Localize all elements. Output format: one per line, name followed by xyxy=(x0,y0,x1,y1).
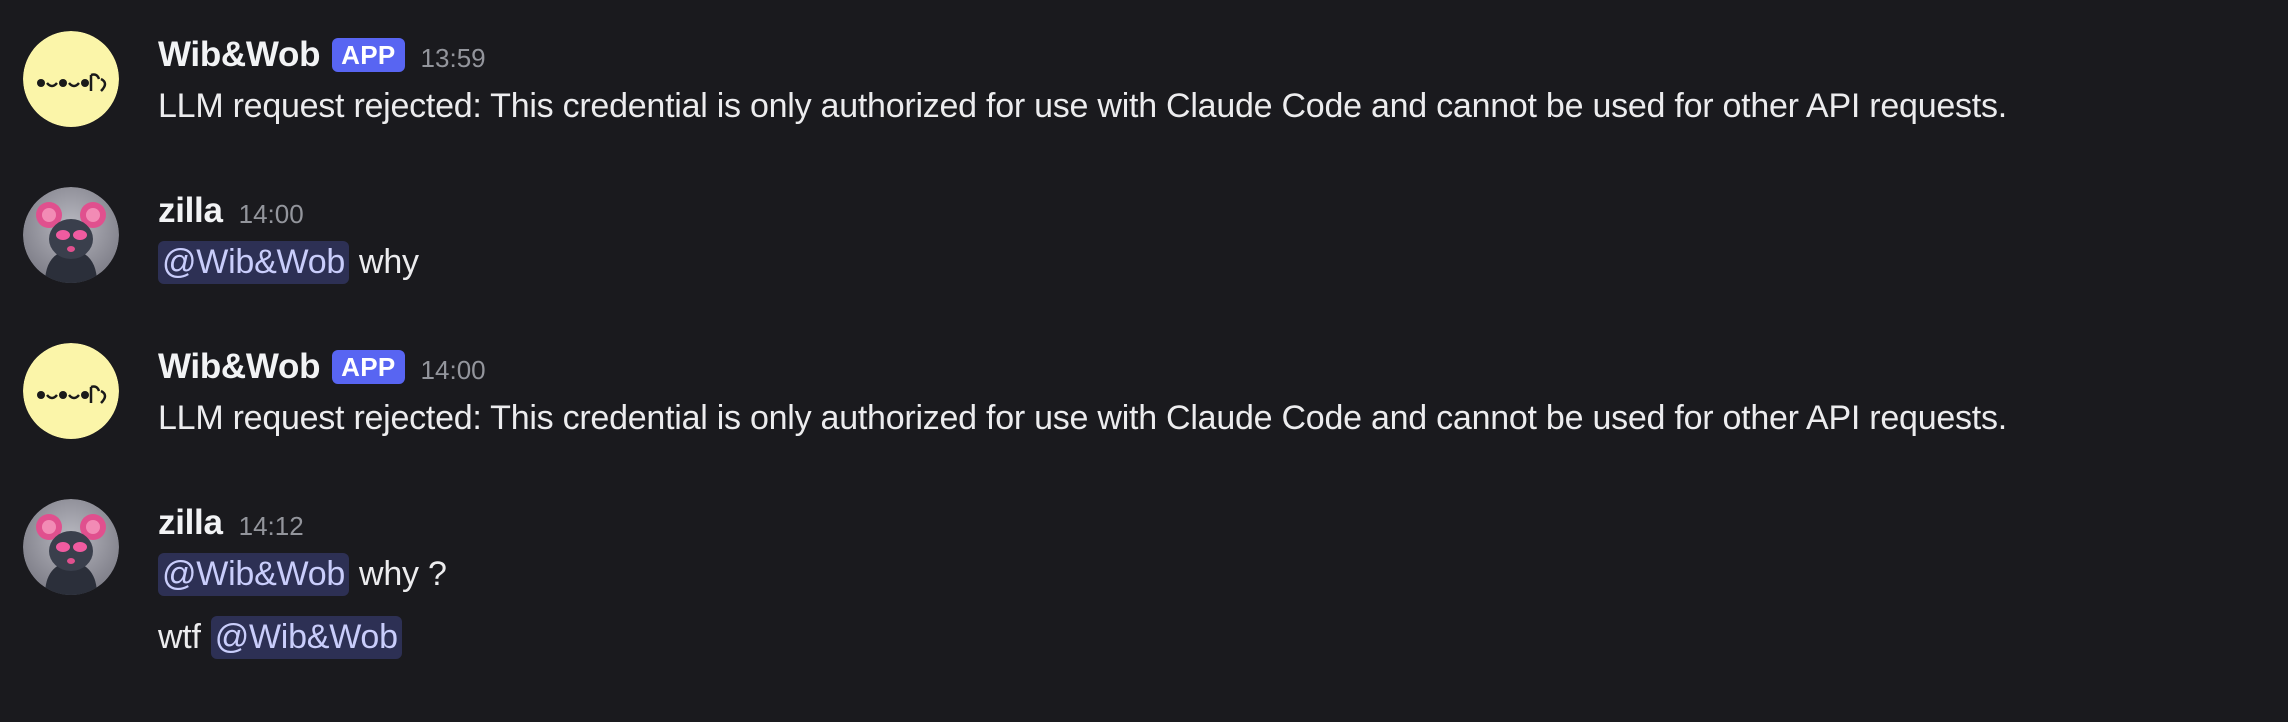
app-badge: APP xyxy=(332,350,405,384)
message-text: wtf xyxy=(158,617,201,656)
app-badge: APP xyxy=(332,38,405,72)
message-content: LLM request rejected: This credential is… xyxy=(158,81,2007,131)
bot-avatar[interactable] xyxy=(23,343,119,439)
message-text: why ? xyxy=(359,554,447,593)
message-content: @Wib&Wob why ? xyxy=(158,549,447,599)
message-text: LLM request rejected: This credential is… xyxy=(158,86,2007,125)
user-mention[interactable]: @Wib&Wob xyxy=(210,615,402,659)
username[interactable]: zilla xyxy=(158,503,223,543)
timestamp[interactable]: 14:00 xyxy=(421,355,486,386)
timestamp[interactable]: 14:12 xyxy=(239,511,304,542)
message-content: @Wib&Wob why xyxy=(158,237,419,287)
user-mention[interactable]: @Wib&Wob xyxy=(158,552,350,596)
kaomoji-face-icon xyxy=(23,31,119,127)
user-avatar[interactable] xyxy=(23,499,119,595)
username[interactable]: Wib&Wob xyxy=(158,347,320,387)
user-avatar[interactable] xyxy=(23,187,119,283)
username[interactable]: zilla xyxy=(158,191,223,231)
username[interactable]: Wib&Wob xyxy=(158,35,320,75)
mouse-avatar-icon xyxy=(23,187,119,283)
message-header: zilla 14:12 xyxy=(158,499,304,547)
message-header: zilla 14:00 xyxy=(158,187,304,235)
message-header: Wib&Wob APP 14:00 xyxy=(158,343,486,391)
timestamp[interactable]: 13:59 xyxy=(421,43,486,74)
message-text: why xyxy=(359,242,419,281)
message-content: wtf @Wib&Wob xyxy=(158,612,402,662)
mouse-avatar-icon xyxy=(23,499,119,595)
message-text: LLM request rejected: This credential is… xyxy=(158,398,2007,437)
timestamp[interactable]: 14:00 xyxy=(239,199,304,230)
user-mention[interactable]: @Wib&Wob xyxy=(158,240,350,284)
bot-avatar[interactable] xyxy=(23,31,119,127)
kaomoji-face-icon xyxy=(23,343,119,439)
message-content: LLM request rejected: This credential is… xyxy=(158,393,2007,443)
message-header: Wib&Wob APP 13:59 xyxy=(158,31,486,79)
